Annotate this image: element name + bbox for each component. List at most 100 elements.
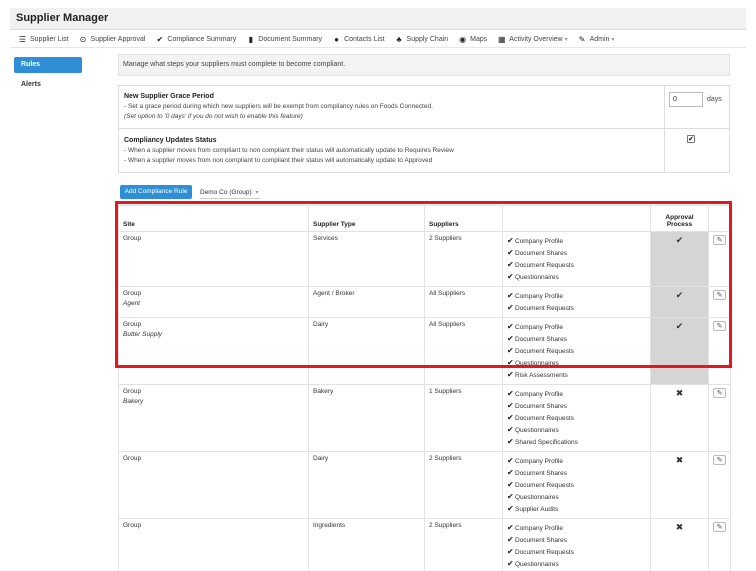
cell-suppliers: 2 Suppliers [424,231,503,287]
chevron-down-icon: ▾ [255,190,259,196]
approval-check-icon: ✔ [650,231,709,287]
info-banner: Manage what steps your suppliers must co… [118,54,730,76]
grace-days-input[interactable] [669,92,703,107]
nav-item-label: Admin [589,35,610,43]
cell-steps: ✔Company Profile ✔Document Shares ✔Documen… [502,317,651,385]
step-item: ✔Questionnaires [507,271,646,283]
check-icon: ✔ [507,334,514,343]
step-label: Questionnaires [515,360,559,367]
check-icon: ✔ [507,272,514,281]
step-label: Company Profile [515,293,564,300]
site-name: Group [123,455,142,462]
cell-suppliers: All Suppliers [424,317,503,385]
sitemap-icon: ♣ [396,34,402,44]
step-item: ✔Company Profile [507,388,646,400]
step-item: ✔Questionnaires [507,424,646,436]
group-select[interactable]: Demo Co (Group) ▾ [200,186,261,199]
check-icon: ✔ [507,504,514,513]
nav-item-contacts-list[interactable]: ● Contacts List [332,35,384,44]
add-compliance-rule-button[interactable]: Add Compliance Rule [120,185,192,199]
column-steps [502,205,651,232]
cell-site: Group [118,451,309,519]
approval-cross-icon: ✖ [650,518,709,571]
table-header-row: Site Supplier Type Suppliers Approval Pro… [118,205,731,232]
step-label: Document Shares [515,537,568,544]
check-icon: ✔ [507,322,514,331]
cell-steps: ✔Company Profile ✔Document Requests [502,286,651,318]
nav-item-supply-chain[interactable]: ♣ Supply Chain [395,34,448,44]
step-item: ✔Document Shares [507,400,646,412]
check-icon: ✔ [507,291,514,300]
site-subgroup: Butter Supply [123,331,163,338]
document-icon: ▮ [248,34,253,44]
step-item: ✔Risk Assessments [507,369,646,381]
step-item: ✔Shared Specifications [507,436,646,448]
edit-icon[interactable]: ✎ [713,235,726,245]
step-label: Document Requests [515,549,574,556]
step-item: ✔Document Requests [507,259,646,271]
step-label: Risk Assessments [515,372,568,379]
edit-icon[interactable]: ✎ [713,321,726,331]
check-icon: ✔ [507,236,514,245]
edit-icon[interactable]: ✎ [713,455,726,465]
cell-edit: ✎ [708,451,731,519]
check-icon: ✔ [507,492,514,501]
column-suppliers: Suppliers [424,205,503,232]
cell-site: Group [118,231,309,287]
step-label: Questionnaires [515,274,559,281]
site-name: Group [123,235,142,242]
nav-item-label: Supplier List [30,35,69,43]
grace-period-title: New Supplier Grace Period [124,93,214,100]
site-subgroup: Bakery [123,398,144,405]
cell-site: Group [118,518,309,571]
nav-item-compliance-summary[interactable]: ✔ Compliance Summary [155,35,237,44]
check-icon: ✔ [507,401,514,410]
nav-divider [10,47,746,48]
sidebar-item-alerts[interactable]: Alerts [21,81,41,88]
user-icon: ● [334,34,339,44]
step-label: Supplier Audits [515,506,559,513]
cell-suppliers: 1 Suppliers [424,384,503,452]
cell-site: Group Butter Supply [118,317,309,385]
nav-item-document-summary[interactable]: ▮ Document Summary [246,34,323,44]
cell-supplier-type: Dairy [308,451,425,519]
edit-icon[interactable]: ✎ [713,522,726,532]
nav-item-label: Maps [470,35,488,43]
edit-icon[interactable]: ✎ [713,290,726,300]
compliancy-status-control: ✔ [665,129,729,172]
compliancy-status-title: Compliancy Updates Status [124,137,217,144]
cell-suppliers: 2 Suppliers [424,518,503,571]
compliancy-status-checkbox[interactable]: ✔ [687,135,695,143]
calendar-icon: ▦ [498,34,506,44]
cell-site: Group Bakery [118,384,309,452]
check-icon: ✔ [507,303,514,312]
nav-item-activity-overview[interactable]: ▦ Activity Overview ▾ [497,34,568,44]
step-item: ✔Document Requests [507,412,646,424]
sidebar-item-rules[interactable]: Rules [14,57,82,73]
compliancy-status-setting: Compliancy Updates Status - When a suppl… [119,129,665,172]
cell-supplier-type: Bakery [308,384,425,452]
cell-site: Group Agent [118,286,309,318]
nav-item-maps[interactable]: ◉ Maps [458,35,487,44]
chevron-down-icon: ▾ [564,36,568,43]
cell-supplier-type: Services [308,231,425,287]
nav-item-admin[interactable]: ✎ Admin ▾ [578,35,615,44]
step-label: Document Requests [515,415,574,422]
top-nav: ☰ Supplier List ⊙ Supplier Approval ✔ Complia… [18,33,624,45]
check-icon: ✔ [507,346,514,355]
nav-item-supplier-list[interactable]: ☰ Supplier List [18,35,69,44]
grace-days-unit: days [707,96,722,103]
cell-edit: ✎ [708,231,731,287]
check-icon: ✔ [507,248,514,257]
check-icon: ✔ [507,559,514,568]
nav-item-supplier-approval[interactable]: ⊙ Supplier Approval [79,35,146,44]
site-name: Group [123,321,142,328]
check-icon: ✔ [507,425,514,434]
grace-period-setting: New Supplier Grace Period - Set a grace … [119,86,665,129]
step-item: ✔Company Profile [507,321,646,333]
step-label: Document Shares [515,470,568,477]
table-row: Group Services 2 Suppliers ✔Company Profile… [118,231,731,287]
approval-check-icon: ✔ [650,286,709,318]
edit-icon[interactable]: ✎ [713,388,726,398]
chevron-down-icon: ▾ [611,36,615,43]
